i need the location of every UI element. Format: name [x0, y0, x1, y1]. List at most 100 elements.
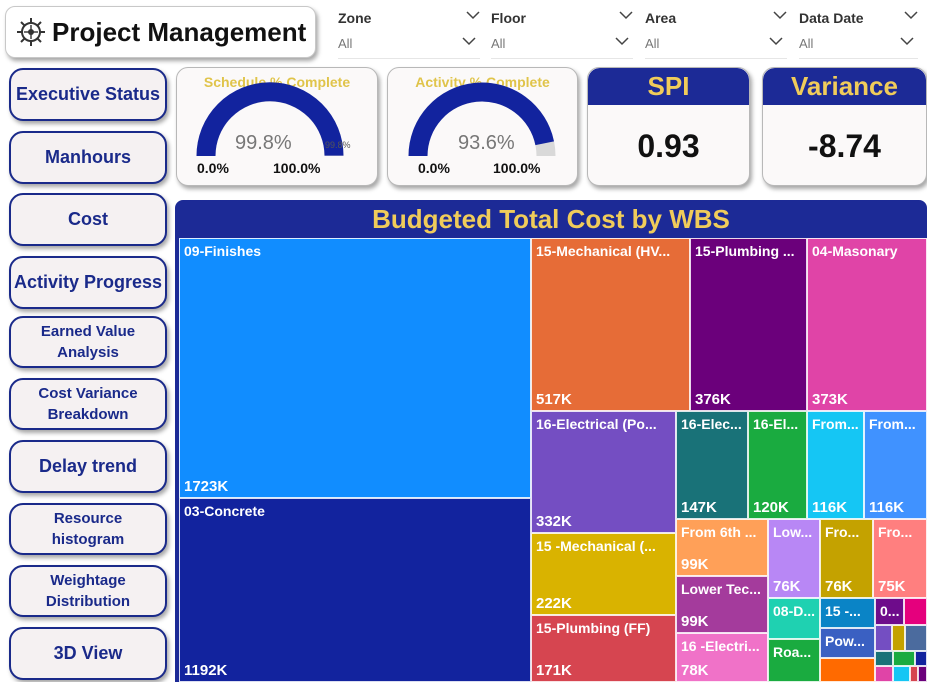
treemap-tile-value: 171K — [536, 662, 572, 679]
activity-gauge — [408, 82, 556, 157]
treemap-tile[interactable]: 09-Finishes 1723K — [179, 238, 531, 498]
filter-floor-value[interactable]: All — [491, 36, 505, 51]
schedule-gauge-target: 99.8% — [325, 140, 351, 150]
filter-area[interactable]: Area All — [645, 6, 787, 59]
activity-gauge-min: 0.0% — [418, 160, 450, 176]
treemap-tile-small[interactable] — [820, 658, 875, 682]
treemap-tile-small[interactable] — [918, 666, 927, 682]
spi-title: SPI — [588, 68, 749, 105]
treemap-tile[interactable]: 03-Concrete 1192K — [179, 498, 531, 682]
treemap-tile-label: 0... — [880, 603, 900, 619]
activity-gauge-card: Activity % Complete 93.6% 0.0% 100.0% — [387, 67, 578, 186]
chevron-down-icon[interactable] — [462, 36, 476, 46]
treemap-tile-label: Pow... — [825, 633, 865, 649]
nav-3d-view-button[interactable]: 3D View — [9, 627, 167, 680]
chevron-down-icon[interactable] — [769, 36, 783, 46]
nav-cost-button[interactable]: Cost — [9, 193, 167, 246]
treemap-tile[interactable]: Lower Tec... 99K — [676, 576, 768, 633]
chevron-down-icon[interactable] — [900, 36, 914, 46]
treemap-tile[interactable]: Low... 76K — [768, 519, 820, 598]
treemap-tile-label: Fro... — [825, 524, 860, 540]
treemap-tile[interactable]: From... 116K — [864, 411, 927, 519]
treemap-tile-small[interactable] — [875, 651, 893, 666]
chevron-down-icon[interactable] — [615, 36, 629, 46]
filter-area-value[interactable]: All — [645, 36, 659, 51]
treemap-tile-small[interactable] — [905, 625, 927, 651]
treemap-tile-small[interactable] — [915, 651, 927, 666]
treemap-tile[interactable]: Pow... — [820, 628, 875, 658]
treemap-tile-value: 116K — [869, 499, 905, 516]
spi-value: 0.93 — [637, 128, 700, 164]
filter-data-date-value[interactable]: All — [799, 36, 813, 51]
schedule-gauge-card: Schedule % Complete 99.8% 99.8% 0.0% 100… — [176, 67, 378, 186]
treemap-tile-small[interactable] — [875, 666, 893, 682]
activity-gauge-value: 93.6% — [458, 132, 515, 154]
treemap-tile[interactable]: 08-D... — [768, 598, 820, 639]
treemap-tile[interactable]: 15-Plumbing (FF) 171K — [531, 615, 676, 682]
treemap-tile[interactable]: 16-El... 120K — [748, 411, 807, 519]
treemap-tile-small[interactable] — [893, 651, 915, 666]
chevron-down-icon[interactable] — [904, 10, 918, 20]
treemap-title: Budgeted Total Cost by WBS — [372, 204, 730, 234]
treemap-tile-small[interactable] — [910, 666, 918, 682]
filter-zone[interactable]: Zone All — [338, 6, 480, 59]
nav-earned-value-analysis-button[interactable]: Earned Value Analysis — [9, 316, 167, 368]
filter-underline — [645, 58, 787, 59]
treemap-tile-label: 16 -Electri... — [681, 638, 760, 654]
gear-icon — [17, 18, 45, 46]
variance-title: Variance — [763, 68, 926, 105]
treemap-panel: Budgeted Total Cost by WBS 09-Finishes 17… — [175, 200, 927, 682]
treemap-tile-small[interactable] — [875, 625, 892, 651]
treemap-tile-small[interactable] — [893, 666, 910, 682]
treemap-tile-label: 15-Plumbing ... — [695, 243, 795, 259]
treemap-tile[interactable]: 04-Masonary 373K — [807, 238, 927, 411]
treemap-tile[interactable]: 0... — [875, 598, 904, 625]
variance-card: Variance -8.74 — [762, 67, 927, 186]
app-title-box: Project Management — [5, 6, 316, 58]
treemap-tile-value: 147K — [681, 499, 717, 516]
chevron-down-icon[interactable] — [466, 10, 480, 20]
treemap-tile[interactable]: Roa... — [768, 639, 820, 682]
treemap-tile-label: Lower Tec... — [681, 581, 761, 597]
treemap-tile[interactable]: 15-Mechanical (HV... 517K — [531, 238, 690, 411]
treemap-tile-label: 16-El... — [753, 416, 799, 432]
nav-manhours-button[interactable]: Manhours — [9, 131, 167, 184]
nav-delay-trend-button[interactable]: Delay trend — [9, 440, 167, 493]
filter-floor[interactable]: Floor All — [491, 6, 633, 59]
chevron-down-icon[interactable] — [619, 10, 633, 20]
treemap-tile-label: From... — [869, 416, 916, 432]
filter-zone-value[interactable]: All — [338, 36, 352, 51]
treemap-tile-value: 376K — [695, 391, 731, 408]
treemap-tile-label: 16-Elec... — [681, 416, 742, 432]
treemap-tile[interactable]: From 6th ... 99K — [676, 519, 768, 576]
treemap-tile-value: 75K — [878, 578, 906, 595]
treemap-tile-label: 15 -... — [825, 603, 861, 619]
treemap-tile[interactable]: From... 116K — [807, 411, 864, 519]
filter-floor-label: Floor — [491, 10, 526, 26]
treemap-tile[interactable]: 16-Elec... 147K — [676, 411, 748, 519]
filter-area-label: Area — [645, 10, 677, 26]
treemap-tile-label: 15-Plumbing (FF) — [536, 620, 651, 636]
treemap-tile-value: 76K — [773, 578, 801, 595]
treemap-tile[interactable]: 16 -Electri... 78K — [676, 633, 768, 682]
treemap-tile[interactable]: 15-Plumbing ... 376K — [690, 238, 807, 411]
treemap-tile-label: 09-Finishes — [184, 243, 262, 259]
treemap-tile-value: 116K — [812, 499, 848, 516]
nav-executive-status-button[interactable]: Executive Status — [9, 68, 167, 121]
filter-underline — [799, 58, 918, 59]
treemap-tile[interactable]: Fro... 76K — [820, 519, 873, 598]
treemap-tile[interactable]: 15 -Mechanical (... 222K — [531, 533, 676, 615]
treemap-tile-value: 517K — [536, 391, 572, 408]
treemap-tile[interactable]: Fro... 75K — [873, 519, 927, 598]
nav-resource-histogram-button[interactable]: Resource histogram — [9, 503, 167, 555]
nav-weightage-distribution-button[interactable]: Weightage Distribution — [9, 565, 167, 617]
nav-cost-variance-breakdown-button[interactable]: Cost Variance Breakdown — [9, 378, 167, 430]
treemap-tile-small[interactable] — [904, 598, 927, 625]
treemap-tile[interactable]: 16-Electrical (Po... 332K — [531, 411, 676, 533]
filter-data-date[interactable]: Data Date All — [799, 6, 918, 59]
chevron-down-icon[interactable] — [773, 10, 787, 20]
nav-activity-progress-button[interactable]: Activity Progress — [9, 256, 167, 309]
treemap-tile[interactable]: 15 -... — [820, 598, 875, 628]
treemap-tile-label: Roa... — [773, 644, 812, 660]
treemap-tile-small[interactable] — [892, 625, 905, 651]
